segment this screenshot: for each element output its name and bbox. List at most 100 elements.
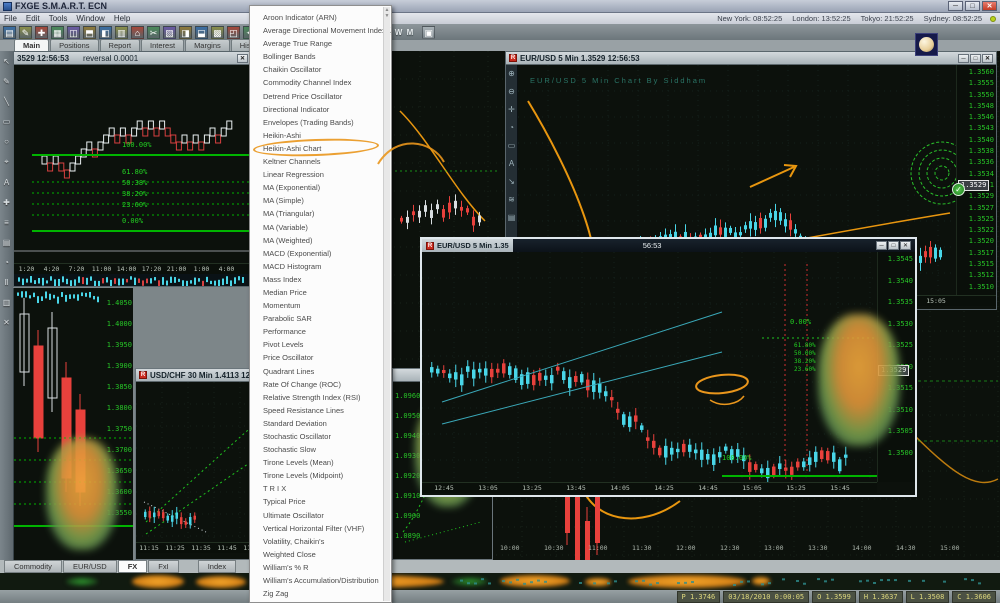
maximize-button[interactable]: □ — [965, 1, 980, 11]
drawing-tool-icon[interactable]: ◔ — [4, 258, 9, 267]
chart-mode-icon[interactable]: ▣ — [422, 26, 435, 39]
menu-item[interactable]: MA (Exponential) — [250, 181, 391, 194]
menu-item[interactable]: Average True Range — [250, 37, 391, 50]
chart-tool-icon[interactable]: ◔ — [509, 123, 514, 132]
drawing-tool-icon[interactable]: ✚ — [3, 198, 10, 207]
menu-item[interactable]: Tirone Levels (Mean) — [250, 456, 391, 469]
chart-tool-icon[interactable]: ⊕ — [508, 69, 515, 78]
alert-check-badge[interactable]: ✓ — [952, 183, 965, 196]
menu-item[interactable]: MACD (Exponential) — [250, 247, 391, 260]
eurusd-second-maximize-button[interactable]: □ — [888, 241, 899, 250]
minimize-button[interactable]: ─ — [948, 1, 963, 11]
eurusd-second-minimize-button[interactable]: ─ — [876, 241, 887, 250]
toolbar-icon[interactable]: ✎ — [19, 26, 32, 39]
menu-item[interactable]: Speed Resistance Lines — [250, 404, 391, 417]
menu-item[interactable]: Ultimate Oscillator — [250, 509, 391, 522]
close-button[interactable]: ✕ — [982, 1, 997, 11]
menubar-item[interactable]: Window — [76, 14, 104, 23]
toolbar-icon[interactable]: ▩ — [211, 26, 224, 39]
toolbar-icon[interactable]: ◫ — [67, 26, 80, 39]
menu-item[interactable]: Typical Price — [250, 495, 391, 508]
menubar-item[interactable]: File — [4, 14, 17, 23]
account-tab-interest[interactable]: Interest — [141, 39, 184, 51]
eurusd-main-close-button[interactable]: ✕ — [982, 54, 993, 63]
menu-item[interactable]: MA (Variable) — [250, 221, 391, 234]
menu-item[interactable]: MA (Weighted) — [250, 234, 391, 247]
menu-item[interactable]: Weighted Close — [250, 548, 391, 561]
chart-tool-icon[interactable]: ▤ — [508, 213, 516, 222]
menu-item[interactable]: Directional Indicator — [250, 103, 391, 116]
drawing-tool-icon[interactable]: Ⅱ — [5, 278, 9, 287]
menu-item[interactable]: Median Price — [250, 286, 391, 299]
drawing-tool-icon[interactable]: ╲ — [4, 97, 9, 106]
menu-item[interactable]: Aroon Indicator (ARN) — [250, 11, 391, 24]
menu-item[interactable]: Commodity Channel Index — [250, 76, 391, 89]
menu-item[interactable]: MA (Triangular) — [250, 207, 391, 220]
drawing-tool-icon[interactable]: ▤ — [3, 238, 11, 247]
market-tab[interactable]: Commodity — [4, 560, 62, 573]
market-tab[interactable]: FxI — [148, 560, 178, 573]
menu-item[interactable]: Performance — [250, 325, 391, 338]
menu-item[interactable]: Chaikin Oscillator — [250, 63, 391, 76]
menu-item[interactable]: Relative Strength Index (RSI) — [250, 391, 391, 404]
toolbar-icon[interactable]: ◰ — [227, 26, 240, 39]
menu-item[interactable]: Momentum — [250, 299, 391, 312]
account-tab-report[interactable]: Report — [100, 39, 141, 51]
toolbar-icon[interactable]: ⬓ — [195, 26, 208, 39]
toolbar-icon[interactable]: ▤ — [3, 26, 16, 39]
drawing-tool-icon[interactable]: ✎ — [3, 77, 10, 86]
menu-item[interactable]: Bollinger Bands — [250, 50, 391, 63]
toolbar-icon[interactable]: ⬒ — [83, 26, 96, 39]
toolbar-icon[interactable]: ⌂ — [131, 26, 144, 39]
eurusd-main-minimize-button[interactable]: ─ — [958, 54, 969, 63]
drawing-tool-icon[interactable]: ⌖ — [4, 157, 9, 167]
menu-item[interactable]: T R I X — [250, 482, 391, 495]
menubar-item[interactable]: Help — [114, 14, 130, 23]
menu-item[interactable]: Volatility, Chaikin's — [250, 535, 391, 548]
market-tab[interactable]: EUR/USD — [63, 560, 117, 573]
account-tab-main[interactable]: Main — [14, 39, 49, 51]
drawing-tool-icon[interactable]: ○ — [4, 137, 9, 146]
reversal-titlebar[interactable]: 3529 12:56:53 reversal 0.0001 ✕ — [14, 52, 251, 65]
drawing-tool-icon[interactable]: ≡ — [4, 218, 9, 227]
menu-item[interactable]: Pivot Levels — [250, 338, 391, 351]
menu-scrollbar[interactable]: ▲▼ — [383, 7, 390, 601]
menu-item[interactable]: Envelopes (Trading Bands) — [250, 116, 391, 129]
market-tab[interactable]: FX — [118, 560, 148, 573]
chart-tool-icon[interactable]: ↘ — [508, 177, 515, 186]
drawing-tool-icon[interactable]: ▭ — [3, 117, 11, 126]
toolbar-icon[interactable]: ◨ — [179, 26, 192, 39]
menu-item[interactable]: Stochastic Slow — [250, 443, 391, 456]
menu-item[interactable]: Quadrant Lines — [250, 365, 391, 378]
drawing-tool-icon[interactable]: ✕ — [3, 318, 10, 327]
eurusd-second-close-button[interactable]: ✕ — [900, 241, 911, 250]
menu-item[interactable]: Mass Index — [250, 273, 391, 286]
eurusd-main-maximize-button[interactable]: □ — [970, 54, 981, 63]
eurusd-second-titlebar[interactable]: R EUR/USD 5 Min 1.35 56:53 ─ □ ✕ — [422, 239, 915, 252]
menu-item[interactable]: William's Accumulation/Distribution — [250, 574, 391, 587]
account-tab-positions[interactable]: Positions — [50, 39, 98, 51]
menu-item[interactable]: Linear Regression — [250, 168, 391, 181]
chart-tool-icon[interactable]: ✛ — [508, 105, 515, 114]
clock-widget[interactable] — [915, 33, 938, 56]
chart-tool-icon[interactable]: ▭ — [508, 141, 516, 150]
drawing-tool-icon[interactable]: ▥ — [3, 298, 11, 307]
reversal-close-button[interactable]: ✕ — [237, 54, 248, 63]
menu-item[interactable]: Price Oscillator — [250, 351, 391, 364]
menu-item[interactable]: MACD Histogram — [250, 260, 391, 273]
drawing-tool-icon[interactable]: A — [4, 178, 9, 187]
chart-tool-icon[interactable]: ⊖ — [508, 87, 515, 96]
menu-item[interactable]: Tirone Levels (Midpoint) — [250, 469, 391, 482]
menu-item[interactable]: Rate Of Change (ROC) — [250, 378, 391, 391]
menu-item[interactable]: Average Directional Movement Index (ADX) — [250, 24, 391, 37]
toolbar-icon[interactable]: ▦ — [51, 26, 64, 39]
menu-item[interactable]: Keltner Channels — [250, 155, 391, 168]
toolbar-icon[interactable]: ✂ — [147, 26, 160, 39]
menu-item[interactable]: Parabolic SAR — [250, 312, 391, 325]
market-tab[interactable]: Index — [198, 560, 236, 573]
account-tab-margins[interactable]: Margins — [185, 39, 230, 51]
chart-tool-icon[interactable]: ≋ — [508, 195, 515, 204]
menu-item[interactable]: William's % R — [250, 561, 391, 574]
menu-item[interactable]: MA (Simple) — [250, 194, 391, 207]
menu-item[interactable]: Zig Zag — [250, 587, 391, 600]
